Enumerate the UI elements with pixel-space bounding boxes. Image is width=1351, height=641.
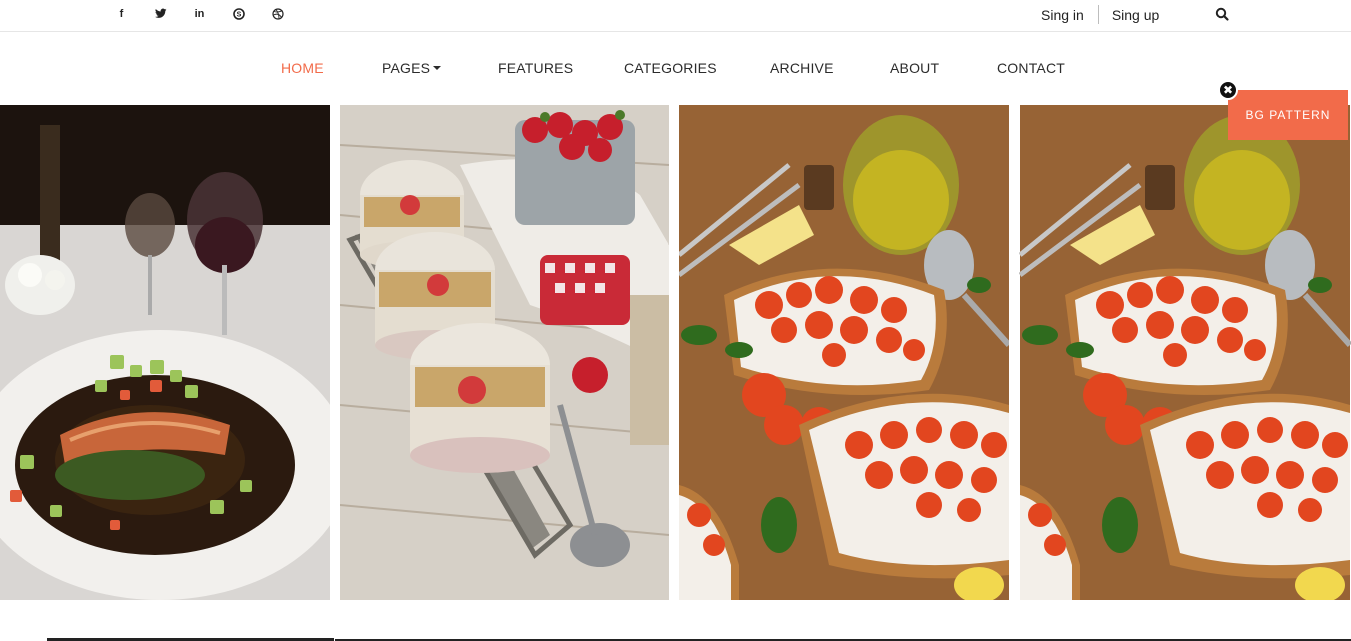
nav-item-label: CATEGORIES <box>624 60 717 76</box>
close-icon[interactable]: ✖ <box>1218 80 1238 100</box>
top-bar: f in S Sing in Sing up <box>0 0 1351 32</box>
facebook-icon[interactable]: f <box>113 5 130 22</box>
divider <box>1097 5 1099 24</box>
nav-item-label: HOME <box>281 60 324 76</box>
nav-item-about[interactable]: ABOUT <box>890 60 939 76</box>
bruschetta-photo[interactable] <box>679 105 1009 600</box>
twitter-icon[interactable] <box>152 5 169 22</box>
sign-in-link[interactable]: Sing in <box>1041 7 1084 23</box>
svg-text:S: S <box>236 11 241 18</box>
nav-item-archive[interactable]: ARCHIVE <box>770 60 834 76</box>
linkedin-icon[interactable]: in <box>191 5 208 22</box>
nav-item-label: CONTACT <box>997 60 1066 76</box>
search-icon[interactable] <box>1214 6 1230 22</box>
main-nav: HOME PAGES FEATURES CATEGORIES ARCHIVE A… <box>0 33 1351 105</box>
bruschetta-photo-2[interactable] <box>1019 105 1351 600</box>
sign-up-link[interactable]: Sing up <box>1112 7 1159 23</box>
dribbble-icon[interactable] <box>269 5 286 22</box>
food-gallery <box>0 105 1351 600</box>
salmon-dish-photo[interactable] <box>0 105 330 600</box>
skype-icon[interactable]: S <box>230 5 247 22</box>
auth-links: Sing in Sing up <box>1041 5 1159 24</box>
nav-item-label: ABOUT <box>890 60 940 76</box>
nav-item-home[interactable]: HOME <box>281 60 324 76</box>
social-links: f in S <box>113 5 308 22</box>
nav-item-label: FEATURES <box>498 60 574 76</box>
nav-item-label: ARCHIVE <box>770 60 834 76</box>
nav-item-pages[interactable]: PAGES <box>382 60 442 76</box>
nav-item-label: PAGES <box>382 60 431 76</box>
nav-item-categories[interactable]: CATEGORIES <box>624 60 717 76</box>
nav-item-features[interactable]: FEATURES <box>498 60 573 76</box>
bg-pattern-button[interactable]: BG PATTERN <box>1228 90 1348 140</box>
caret-down-icon <box>433 65 442 70</box>
oat-parfait-photo[interactable] <box>340 105 669 600</box>
nav-item-contact[interactable]: CONTACT <box>997 60 1065 76</box>
